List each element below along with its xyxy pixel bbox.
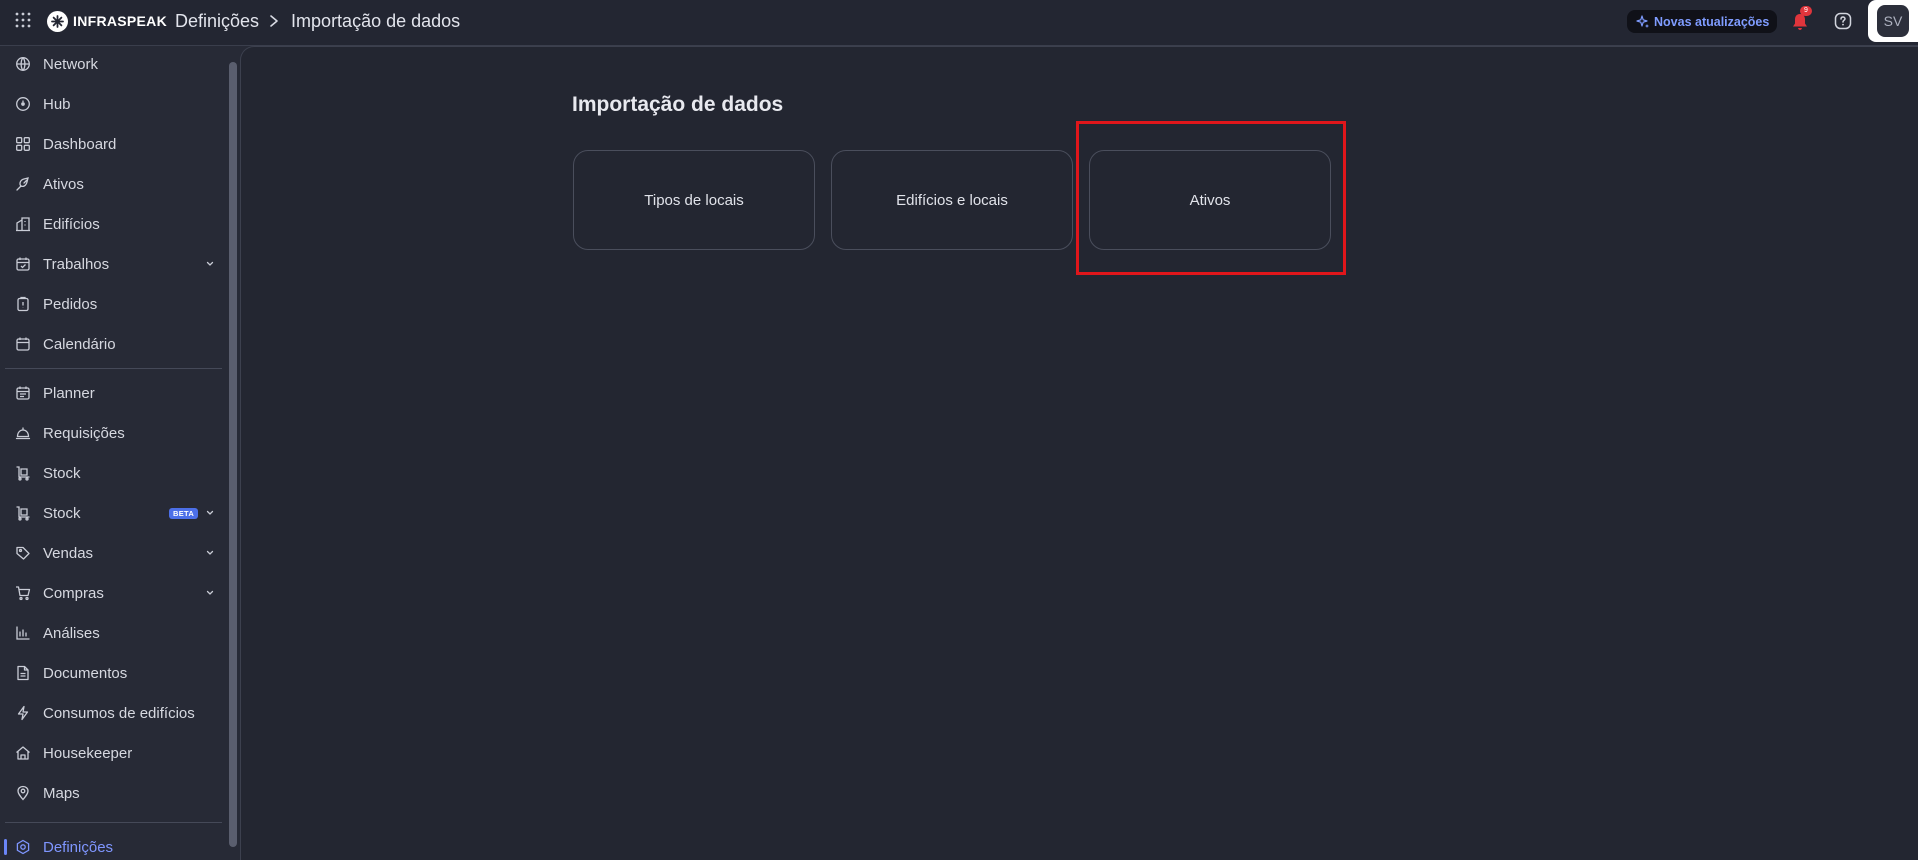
sidebar-item-label: Hub bbox=[43, 95, 71, 113]
calendar-work-icon bbox=[16, 257, 30, 271]
settings-icon bbox=[16, 839, 30, 855]
bar-chart-icon bbox=[16, 626, 30, 640]
stock-icon bbox=[16, 466, 30, 481]
breadcrumb-settings-link[interactable]: Definições bbox=[175, 11, 259, 32]
chevron-right-icon bbox=[269, 14, 281, 28]
sidebar-item-compras[interactable]: Compras bbox=[0, 575, 222, 611]
sidebar-item-label: Trabalhos bbox=[43, 255, 110, 273]
bell-service-icon bbox=[15, 427, 31, 440]
document-icon bbox=[17, 665, 29, 681]
lightning-icon bbox=[17, 705, 29, 721]
hub-icon bbox=[16, 97, 30, 111]
new-updates-label: Novas atualizações bbox=[1654, 14, 1770, 29]
sidebar-item-edificios[interactable]: Edifícios bbox=[0, 206, 222, 242]
chevron-down-icon[interactable] bbox=[205, 588, 215, 598]
sidebar-item-label: Maps bbox=[43, 784, 80, 802]
infraspeak-logo[interactable]: INFRASPEAK bbox=[47, 10, 167, 32]
sidebar-scrollbar[interactable] bbox=[229, 62, 237, 847]
sidebar-item-label: Documentos bbox=[43, 664, 128, 682]
housekeeper-icon bbox=[16, 746, 30, 760]
sidebar-item-pedidos[interactable]: Pedidos bbox=[0, 286, 222, 322]
sidebar-divider bbox=[5, 368, 222, 369]
globe-icon bbox=[16, 57, 30, 71]
import-card-tipos-de-locais[interactable]: Tipos de locais bbox=[573, 150, 815, 250]
sidebar-item-label: Housekeeper bbox=[43, 744, 133, 762]
sparkles-icon bbox=[1636, 14, 1649, 28]
breadcrumb-current: Importação de dados bbox=[291, 10, 461, 31]
sidebar-item-requisicoes[interactable]: Requisições bbox=[0, 415, 222, 451]
page-title: Importação de dados bbox=[572, 93, 784, 116]
chevron-down-icon[interactable] bbox=[205, 259, 215, 269]
sidebar-item-trabalhos[interactable]: Trabalhos bbox=[0, 246, 222, 282]
import-card-edificios-e-locais[interactable]: Edifícios e locais bbox=[831, 150, 1073, 250]
chevron-down-icon[interactable] bbox=[205, 508, 215, 518]
sidebar-divider bbox=[5, 822, 222, 823]
sidebar-item-stock-beta[interactable]: Stock BETA bbox=[0, 495, 222, 531]
sidebar-item-label: Stock bbox=[43, 464, 81, 482]
help-icon[interactable] bbox=[1833, 11, 1853, 31]
logo-text: INFRASPEAK bbox=[73, 13, 168, 29]
sidebar-item-label: Análises bbox=[43, 624, 100, 642]
sidebar-item-stock[interactable]: Stock bbox=[0, 455, 222, 491]
sidebar-item-planner[interactable]: Planner bbox=[0, 375, 222, 411]
sidebar-item-label: Consumos de edifícios bbox=[43, 704, 195, 722]
assets-icon bbox=[16, 177, 29, 191]
stock-icon bbox=[16, 506, 30, 521]
user-avatar[interactable]: SV bbox=[1877, 5, 1909, 37]
top-bar: INFRASPEAK Definições Importação de dado… bbox=[0, 0, 1918, 46]
sidebar-item-label: Compras bbox=[43, 584, 104, 602]
sidebar-item-label: Pedidos bbox=[43, 295, 98, 313]
dashboard-icon bbox=[16, 137, 30, 151]
beta-badge: BETA bbox=[169, 507, 199, 519]
buildings-icon bbox=[16, 217, 30, 232]
sidebar-item-ativos[interactable]: Ativos bbox=[0, 166, 222, 202]
map-pin-icon bbox=[17, 785, 29, 801]
chevron-down-icon[interactable] bbox=[205, 548, 215, 558]
sidebar-item-label: Planner bbox=[43, 384, 95, 402]
sidebar-item-housekeeper[interactable]: Housekeeper bbox=[0, 735, 222, 771]
new-updates-button[interactable]: Novas atualizações bbox=[1627, 10, 1778, 33]
sidebar-item-definicoes[interactable]: Definições bbox=[0, 829, 222, 860]
sidebar-item-label: Dashboard bbox=[43, 135, 117, 153]
sidebar: Network Hub Dashboard Ativos Edifícios T… bbox=[0, 46, 230, 860]
sidebar-item-vendas[interactable]: Vendas bbox=[0, 535, 222, 571]
sidebar-item-dashboard[interactable]: Dashboard bbox=[0, 126, 222, 162]
apps-grid-icon[interactable] bbox=[14, 11, 32, 29]
planner-icon bbox=[16, 386, 30, 400]
sidebar-item-label: Definições bbox=[43, 838, 114, 856]
sidebar-item-label: Requisições bbox=[43, 424, 125, 442]
logo-mark-icon bbox=[47, 10, 68, 32]
sidebar-item-network[interactable]: Network bbox=[0, 46, 222, 82]
sidebar-item-label: Vendas bbox=[43, 544, 94, 562]
sidebar-item-label: Ativos bbox=[43, 175, 84, 193]
highlight-box bbox=[1076, 121, 1346, 275]
sidebar-item-analises[interactable]: Análises bbox=[0, 615, 222, 651]
sidebar-item-documentos[interactable]: Documentos bbox=[0, 655, 222, 691]
tag-icon bbox=[16, 546, 30, 560]
notification-count-badge: 9 bbox=[1800, 6, 1812, 16]
breadcrumb: Definições Importação de dados bbox=[175, 10, 460, 32]
sidebar-item-label: Edifícios bbox=[43, 215, 100, 233]
sidebar-item-hub[interactable]: Hub bbox=[0, 86, 222, 122]
sidebar-item-label: Stock bbox=[43, 504, 81, 522]
sidebar-item-calendario[interactable]: Calendário bbox=[0, 326, 222, 362]
calendar-icon bbox=[16, 337, 30, 351]
sidebar-item-maps[interactable]: Maps bbox=[0, 775, 222, 811]
sidebar-item-label: Network bbox=[43, 55, 99, 73]
sidebar-item-label: Calendário bbox=[43, 335, 116, 353]
clipboard-icon bbox=[17, 296, 29, 312]
sidebar-item-consumos[interactable]: Consumos de edifícios bbox=[0, 695, 222, 731]
cart-icon bbox=[16, 586, 31, 601]
